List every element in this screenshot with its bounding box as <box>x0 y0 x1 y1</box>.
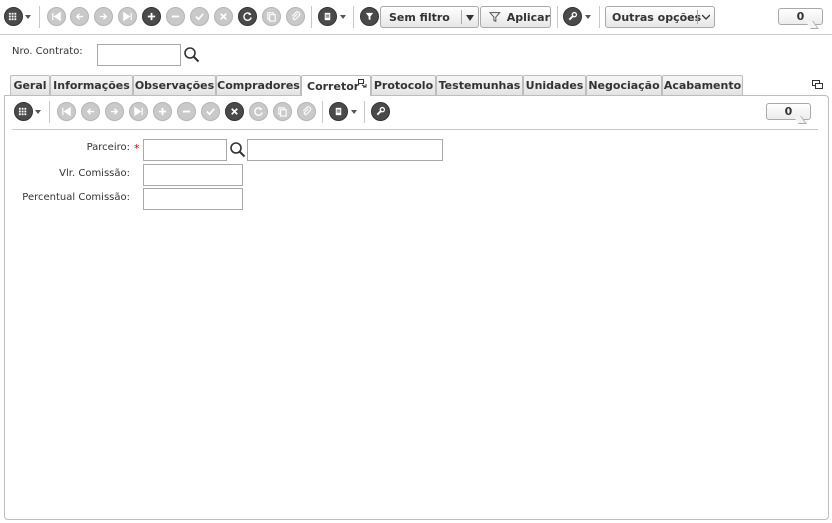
grid-menu-icon[interactable] <box>14 102 33 121</box>
last-record-icon[interactable] <box>118 7 137 26</box>
tab-label: Acabamento <box>663 79 742 92</box>
copy-icon[interactable] <box>273 102 292 121</box>
tab-negociacao[interactable]: Negociação <box>586 75 662 95</box>
first-record-icon[interactable] <box>47 7 66 26</box>
confirm-icon[interactable] <box>201 102 220 121</box>
tab-observacoes[interactable]: Observações <box>133 75 216 95</box>
tab-label: Negociação <box>588 79 660 92</box>
chevron-down-icon[interactable] <box>340 15 346 19</box>
filter-select[interactable]: Sem filtro <box>380 6 479 28</box>
search-icon[interactable] <box>183 46 200 63</box>
refresh-icon[interactable] <box>238 7 257 26</box>
cancel-icon[interactable] <box>225 102 244 121</box>
record-counter-value: 0 <box>796 10 805 23</box>
more-options-button[interactable]: Outras opções <box>605 6 715 28</box>
chevron-down-icon[interactable] <box>25 15 31 19</box>
more-options-label: Outras opções <box>612 10 702 24</box>
filter-select-value: Sem filtro <box>389 10 450 24</box>
apply-filter-button[interactable]: Aplicar <box>480 6 551 28</box>
tab-label: Testemunhas <box>438 79 521 92</box>
apply-filter-label: Aplicar <box>506 10 550 24</box>
chevron-down-icon[interactable] <box>585 15 591 19</box>
record-counter: 0 <box>778 8 823 25</box>
partner-label: Parceiro: <box>86 142 130 153</box>
window-restore-icon[interactable] <box>812 80 823 90</box>
contract-number-label: Nro. Contrato: <box>12 46 83 57</box>
wrench-icon[interactable] <box>371 102 390 121</box>
tab-label: Geral <box>13 79 47 92</box>
record-counter: 0 <box>766 103 811 120</box>
tab-label: Observações <box>134 79 215 92</box>
filter-icon[interactable] <box>360 7 379 26</box>
refresh-icon[interactable] <box>249 102 268 121</box>
tab-label: Informações <box>53 79 130 92</box>
tab-informacoes[interactable]: Informações <box>50 75 133 95</box>
add-icon[interactable] <box>142 7 161 26</box>
grid-menu-icon[interactable] <box>4 7 23 26</box>
first-record-icon[interactable] <box>57 102 76 121</box>
remove-icon[interactable] <box>177 102 196 121</box>
funnel-icon <box>489 12 501 23</box>
chevron-down-icon <box>702 14 710 20</box>
contract-number-input[interactable] <box>97 44 181 66</box>
last-record-icon[interactable] <box>129 102 148 121</box>
remove-icon[interactable] <box>166 7 185 26</box>
tab-label: Unidades <box>525 79 584 92</box>
record-counter-value: 0 <box>784 105 793 118</box>
chevron-down-icon[interactable] <box>35 110 41 114</box>
chevron-down-icon <box>466 15 474 21</box>
tab-testemunhas[interactable]: Testemunhas <box>436 75 523 95</box>
next-record-icon[interactable] <box>94 7 113 26</box>
partner-name-input[interactable] <box>247 139 443 161</box>
tab-geral[interactable]: Geral <box>10 75 50 95</box>
required-marker: * <box>134 142 140 155</box>
tab-acabamento[interactable]: Acabamento <box>662 75 743 95</box>
partner-code-input[interactable] <box>143 139 227 161</box>
tab-label: Compradores <box>217 79 300 92</box>
copy-icon[interactable] <box>262 7 281 26</box>
previous-record-icon[interactable] <box>81 102 100 121</box>
commission-value-label: Vlr. Comissão: <box>59 168 130 179</box>
cancel-icon[interactable] <box>214 7 233 26</box>
tab-compradores[interactable]: Compradores <box>216 75 301 95</box>
report-icon[interactable] <box>329 102 348 121</box>
commission-value-input[interactable] <box>143 164 243 186</box>
wrench-icon[interactable] <box>563 7 582 26</box>
commission-percent-input[interactable] <box>143 188 243 210</box>
tab-unidades[interactable]: Unidades <box>523 75 586 95</box>
toolbar-divider <box>0 34 832 35</box>
confirm-icon[interactable] <box>190 7 209 26</box>
commission-percent-label: Percentual Comissão: <box>22 192 130 203</box>
search-icon[interactable] <box>229 141 246 158</box>
tab-corretor[interactable]: Corretor <box>301 75 371 96</box>
inner-toolbar-divider <box>12 129 818 130</box>
add-icon[interactable] <box>153 102 172 121</box>
attach-icon[interactable] <box>286 7 305 26</box>
tab-protocolo[interactable]: Protocolo <box>371 75 436 95</box>
tab-label: Protocolo <box>373 79 434 92</box>
attach-icon[interactable] <box>297 102 316 121</box>
previous-record-icon[interactable] <box>70 7 89 26</box>
report-icon[interactable] <box>318 7 337 26</box>
next-record-icon[interactable] <box>105 102 124 121</box>
tab-label: Corretor <box>307 79 360 93</box>
chevron-down-icon[interactable] <box>351 110 357 114</box>
detach-tab-icon[interactable] <box>358 79 367 88</box>
